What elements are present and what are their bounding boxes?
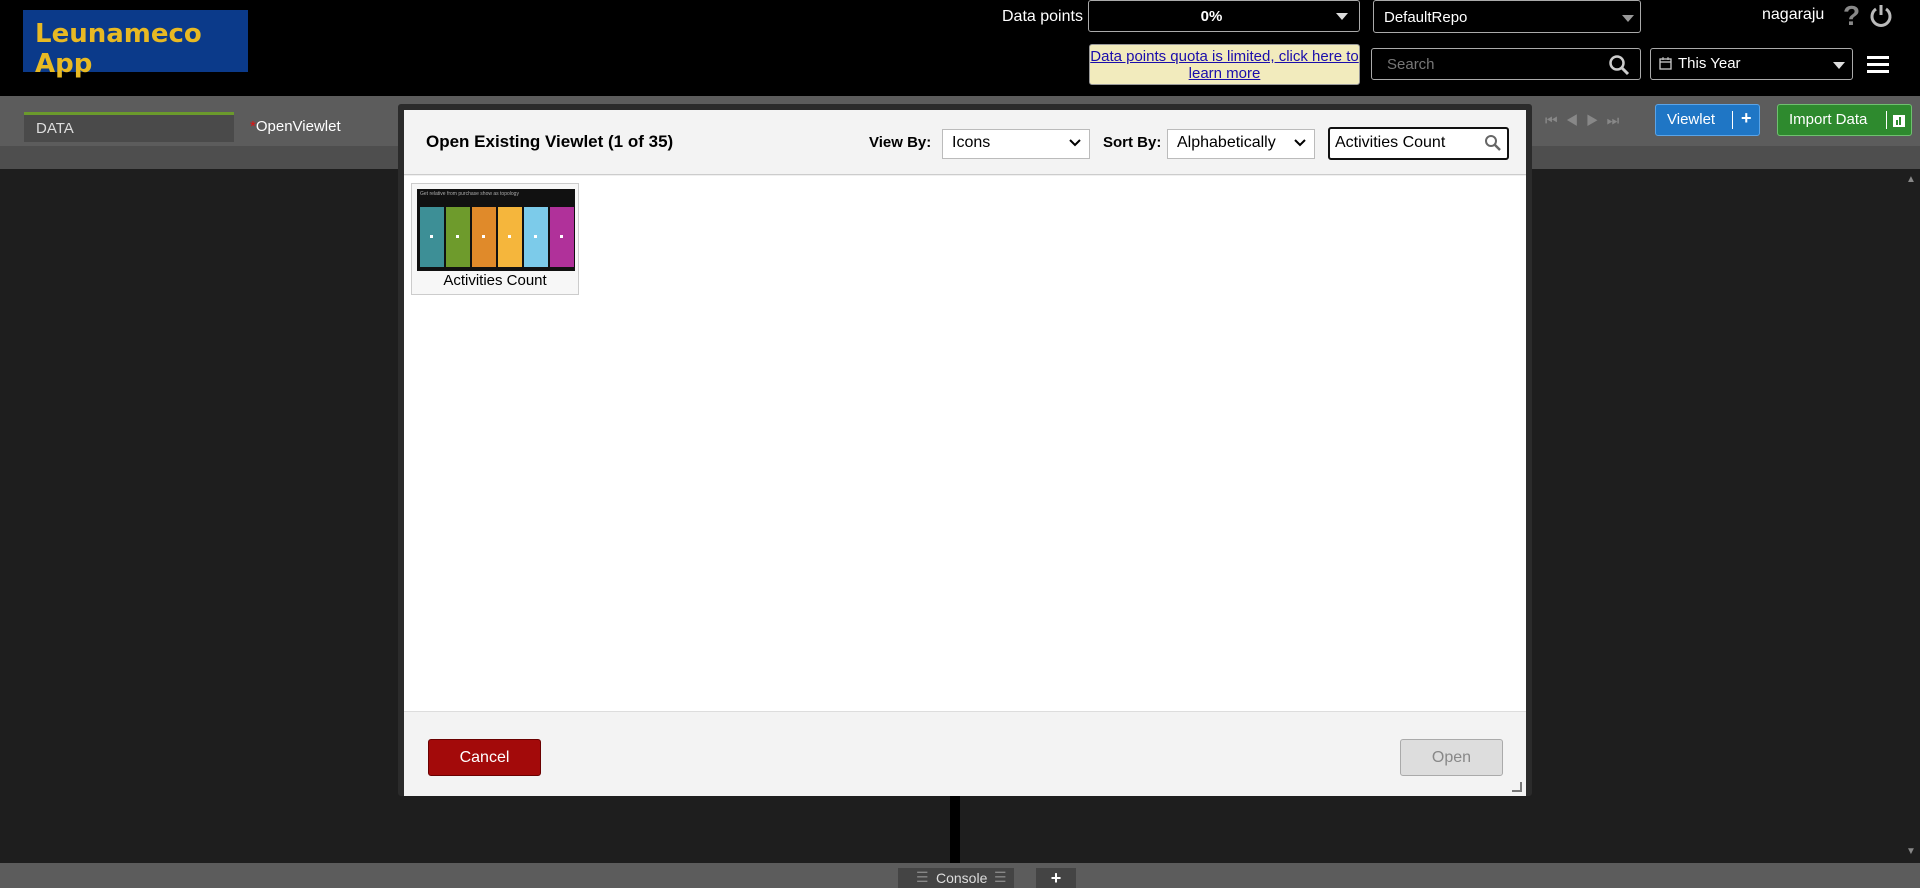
scroll-up-icon[interactable]: ▲ [1906, 174, 1916, 185]
thumbnail-bar [420, 207, 444, 267]
filter-value: Activities Count [1335, 134, 1446, 151]
list-icon: ☰ [994, 869, 1007, 885]
chevron-down-icon [1833, 62, 1845, 69]
search-icon[interactable] [1608, 54, 1630, 80]
viewlet-tile[interactable]: Get relative from purchase show as topol… [411, 183, 579, 295]
quota-link[interactable]: Data points quota is limited, click here… [1089, 44, 1360, 85]
chevron-down-icon [1336, 13, 1348, 20]
dialog-footer: Cancel Open [404, 711, 1526, 796]
plus-icon: + [1741, 108, 1752, 128]
hamburger-menu-icon[interactable] [1867, 56, 1889, 77]
import-data-button[interactable]: Import Data [1777, 104, 1912, 136]
open-button[interactable]: Open [1400, 739, 1503, 776]
open-viewlet-dialog: Open Existing Viewlet (1 of 35) View By:… [398, 104, 1532, 796]
viewlet-filter-input[interactable]: Activities Count [1328, 127, 1509, 160]
dialog-header: Open Existing Viewlet (1 of 35) View By:… [404, 110, 1526, 175]
thumbnail-bar [498, 207, 522, 267]
viewlet-thumbnail: Get relative from purchase show as topol… [417, 189, 575, 271]
add-panel-button[interactable]: + [1036, 868, 1076, 888]
app-logo: Leunameco App [23, 10, 248, 79]
chevron-down-icon [1294, 133, 1306, 156]
import-button-label: Import Data [1789, 111, 1868, 128]
calendar-icon [1659, 57, 1672, 74]
bottom-bar: ☰ Console ☰ + [0, 863, 1920, 888]
viewlet-button-label: Viewlet [1667, 111, 1716, 128]
sort-by-label: Sort By: [1103, 134, 1162, 151]
data-points-label: Data points [1002, 8, 1083, 25]
chevron-down-icon [1069, 133, 1081, 156]
console-tab[interactable]: ☰ Console ☰ [898, 868, 1014, 888]
scroll-down-icon[interactable]: ▼ [1906, 846, 1916, 857]
console-label: Console [936, 870, 988, 886]
thumbnail-bar [524, 207, 548, 267]
dialog-title: Open Existing Viewlet (1 of 35) [426, 132, 674, 151]
view-by-label: View By: [869, 134, 932, 151]
view-by-select[interactable]: Icons [942, 129, 1090, 159]
add-viewlet-button[interactable]: Viewlet + [1655, 104, 1760, 136]
data-points-value: 0% [1200, 8, 1223, 25]
tab-navigation-arrows-icon[interactable]: ⏮◀▶⏭ [1545, 112, 1627, 129]
power-icon[interactable] [1868, 3, 1894, 33]
username[interactable]: nagaraju [1762, 6, 1824, 24]
viewlet-tile-label: Activities Count [443, 272, 547, 289]
help-icon[interactable]: ? [1843, 0, 1860, 32]
sort-by-select[interactable]: Alphabetically [1167, 129, 1315, 159]
search-placeholder: Search [1387, 56, 1435, 73]
tab-data[interactable]: DATA [24, 112, 234, 142]
tab-label: OpenViewlet [255, 118, 341, 135]
top-header: Leunameco App Data points 0% DefaultRepo… [0, 0, 1920, 96]
thumbnail-bar [472, 207, 496, 267]
thumbnail-title: Get relative from purchase show as topol… [420, 191, 519, 197]
view-by-value: Icons [952, 134, 991, 151]
repository-dropdown[interactable]: DefaultRepo [1373, 0, 1641, 33]
tab-open-viewlet[interactable]: *OpenViewlet [242, 114, 402, 142]
time-range-dropdown[interactable]: This Year [1650, 48, 1853, 80]
resize-grip-icon[interactable] [1512, 782, 1522, 792]
chevron-down-icon [1622, 15, 1634, 22]
cancel-button[interactable]: Cancel [428, 739, 541, 776]
dialog-body: Get relative from purchase show as topol… [404, 176, 1526, 711]
time-range-value: This Year [1678, 55, 1741, 72]
sort-by-value: Alphabetically [1177, 134, 1276, 151]
data-points-dropdown[interactable]: 0% [1088, 0, 1360, 32]
panel-divider[interactable] [950, 790, 960, 863]
global-search-input[interactable]: Search [1371, 48, 1641, 80]
search-icon[interactable] [1484, 134, 1502, 157]
list-icon: ☰ [916, 869, 929, 885]
import-icon [1893, 114, 1905, 131]
thumbnail-bar [446, 207, 470, 267]
repository-value: DefaultRepo [1384, 9, 1468, 26]
thumbnail-bar [550, 207, 574, 267]
